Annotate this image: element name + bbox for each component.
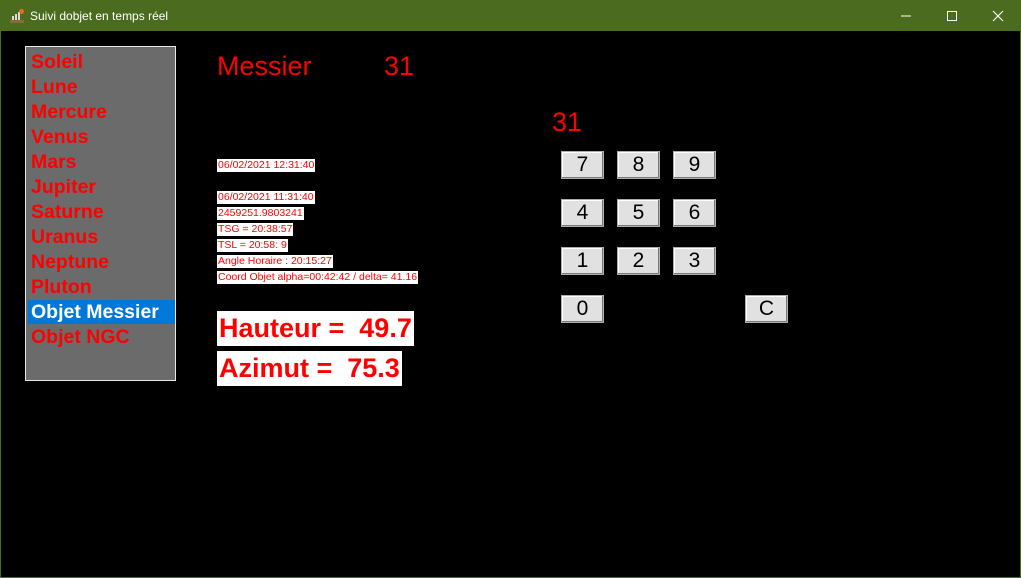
list-item-uranus[interactable]: Uranus (28, 225, 175, 249)
client-area: Soleil Lune Mercure Venus Mars Jupiter S… (1, 31, 1020, 577)
altitude-readout: Hauteur = 49.7 (217, 311, 414, 346)
list-item-saturne[interactable]: Saturne (28, 200, 175, 224)
key-9[interactable]: 9 (673, 151, 716, 179)
close-button[interactable] (975, 0, 1021, 31)
keypad-entry-display: 31 (552, 107, 583, 137)
key-7[interactable]: 7 (561, 151, 604, 179)
key-0[interactable]: 0 (561, 295, 604, 323)
hour-angle: Angle Horaire : 20:15:27 (217, 255, 333, 268)
sidereal-time-greenwich: TSG = 20:38:57 (217, 223, 294, 236)
list-item-jupiter[interactable]: Jupiter (28, 175, 175, 199)
list-item-objet-messier[interactable]: Objet Messier (28, 300, 175, 324)
close-icon (992, 10, 1004, 22)
title-bar: Suivi dobjet en temps réel (0, 0, 1021, 31)
key-1[interactable]: 1 (561, 247, 604, 275)
key-3[interactable]: 3 (673, 247, 716, 275)
maximize-icon (947, 11, 957, 21)
minimize-icon (901, 15, 911, 17)
key-5[interactable]: 5 (617, 199, 660, 227)
object-number: 31 (384, 51, 415, 81)
catalog-label: Messier (217, 51, 312, 81)
local-datetime: 06/02/2021 12:31:40 (217, 159, 316, 172)
julian-day: 2459251.9803241 (217, 207, 304, 220)
maximize-button[interactable] (929, 0, 975, 31)
list-item-lune[interactable]: Lune (28, 75, 175, 99)
key-4[interactable]: 4 (561, 199, 604, 227)
list-item-soleil[interactable]: Soleil (28, 50, 175, 74)
list-item-objet-ngc[interactable]: Objet NGC (28, 325, 175, 349)
window-title: Suivi dobjet en temps réel (30, 9, 169, 23)
utc-datetime: 06/02/2021 11:31:40 (217, 191, 315, 204)
telescope-icon (9, 8, 25, 24)
list-item-mars[interactable]: Mars (28, 150, 175, 174)
list-item-venus[interactable]: Venus (28, 125, 175, 149)
list-item-pluton[interactable]: Pluton (28, 275, 175, 299)
object-coordinates: Coord Objet alpha=00:42:42 / delta= 41.1… (217, 271, 419, 284)
minimize-button[interactable] (883, 0, 929, 31)
clear-button[interactable]: C (745, 295, 788, 323)
list-item-mercure[interactable]: Mercure (28, 100, 175, 124)
key-6[interactable]: 6 (673, 199, 716, 227)
key-8[interactable]: 8 (617, 151, 660, 179)
key-2[interactable]: 2 (617, 247, 660, 275)
sidereal-time-local: TSL = 20:58: 9 (217, 239, 288, 252)
object-listbox[interactable]: Soleil Lune Mercure Venus Mars Jupiter S… (25, 46, 176, 381)
list-item-neptune[interactable]: Neptune (28, 250, 175, 274)
azimuth-readout: Azimut = 75.3 (217, 351, 402, 386)
